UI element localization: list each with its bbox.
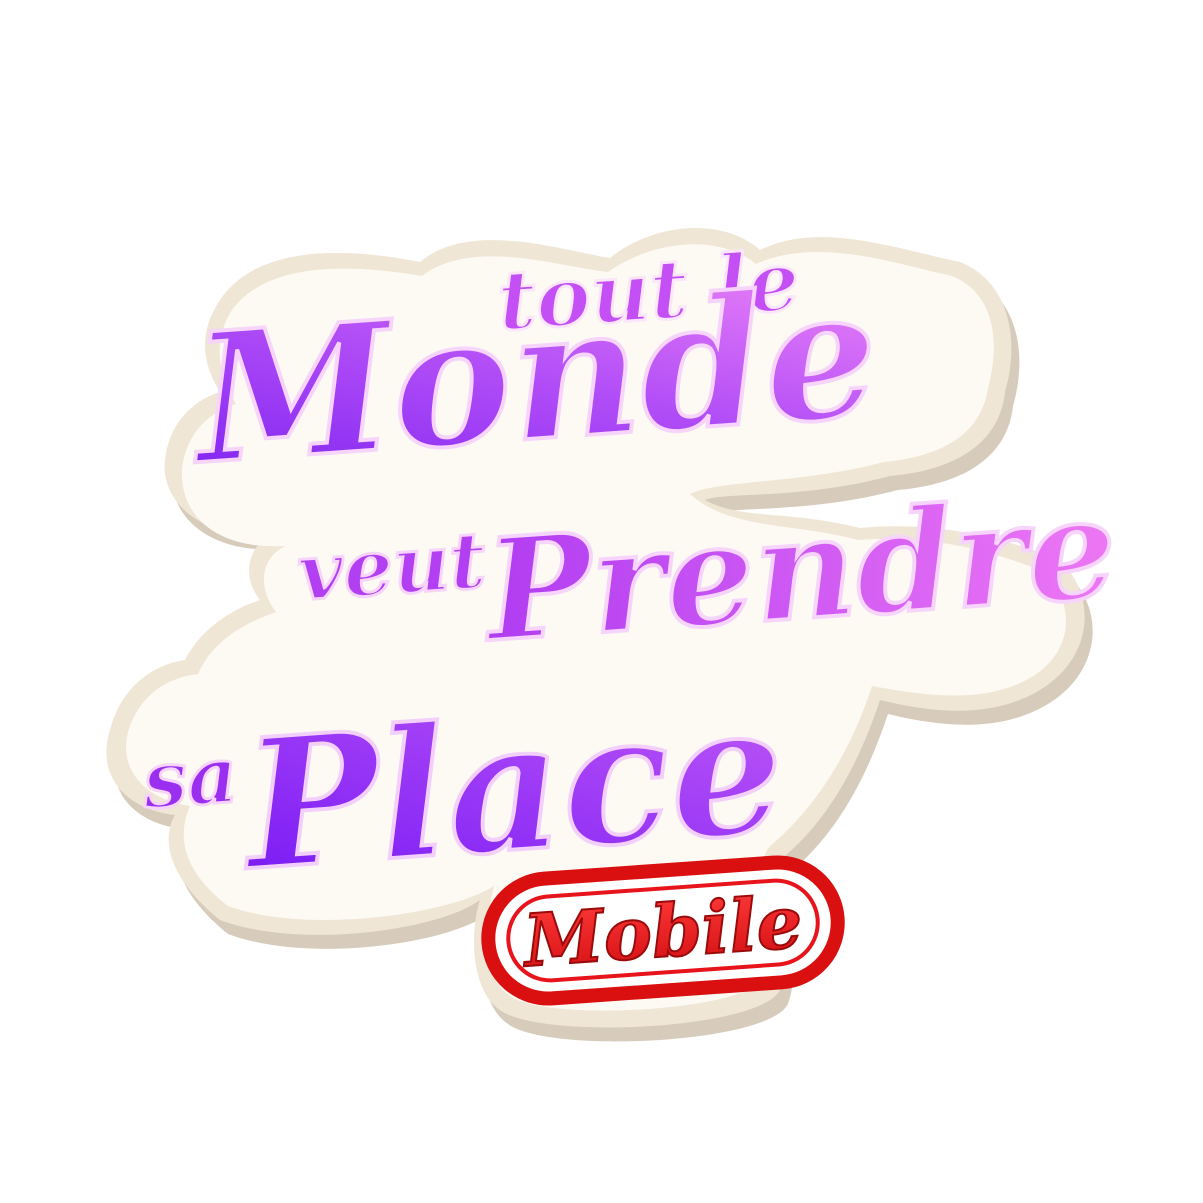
text-veut: veut (295, 515, 489, 619)
mobile-badge: Mobile (481, 855, 845, 1006)
game-logo: tout le Monde veut Prendre sa Place Mobi… (106, 228, 1123, 1042)
text-sa: sa (139, 730, 241, 827)
logo-stage: tout le Monde veut Prendre sa Place Mobi… (0, 0, 1203, 1203)
